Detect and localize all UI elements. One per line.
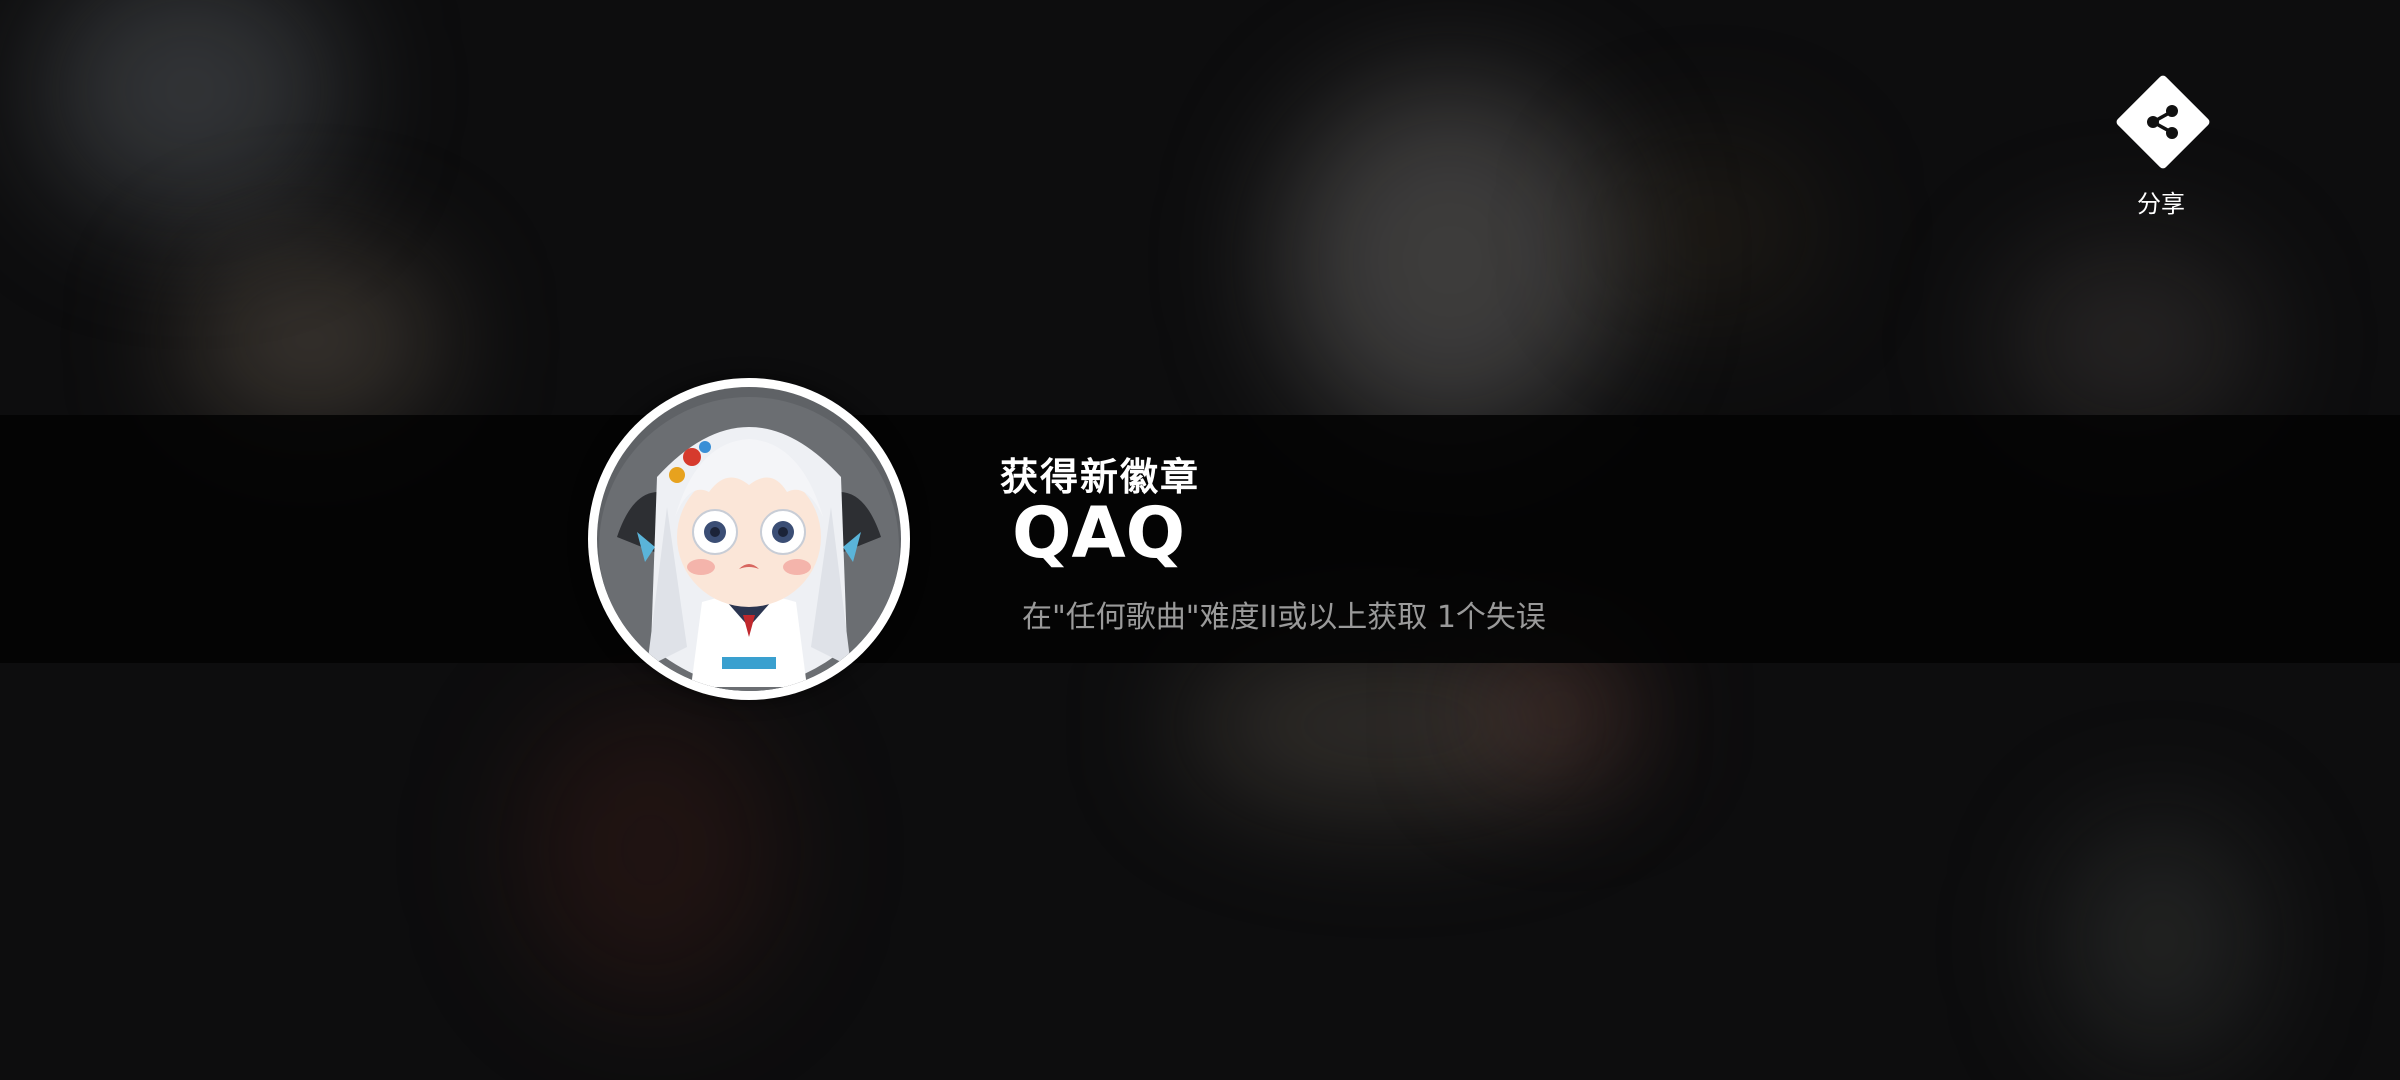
achievement-screen: 获得新徽章 QAQ 在"任何歌曲"难度II或以上获取 1个失误 分享 <box>0 0 2400 1080</box>
crying-girl-badge-icon <box>597 387 901 691</box>
share-icon <box>2147 105 2178 139</box>
badge-name: QAQ <box>1012 492 1186 574</box>
badge-image <box>588 378 910 700</box>
badge-condition: 在"任何歌曲"难度II或以上获取 1个失误 <box>1022 600 1546 635</box>
share-button[interactable]: 分享 <box>2108 73 2214 218</box>
share-label: 分享 <box>2137 190 2185 218</box>
